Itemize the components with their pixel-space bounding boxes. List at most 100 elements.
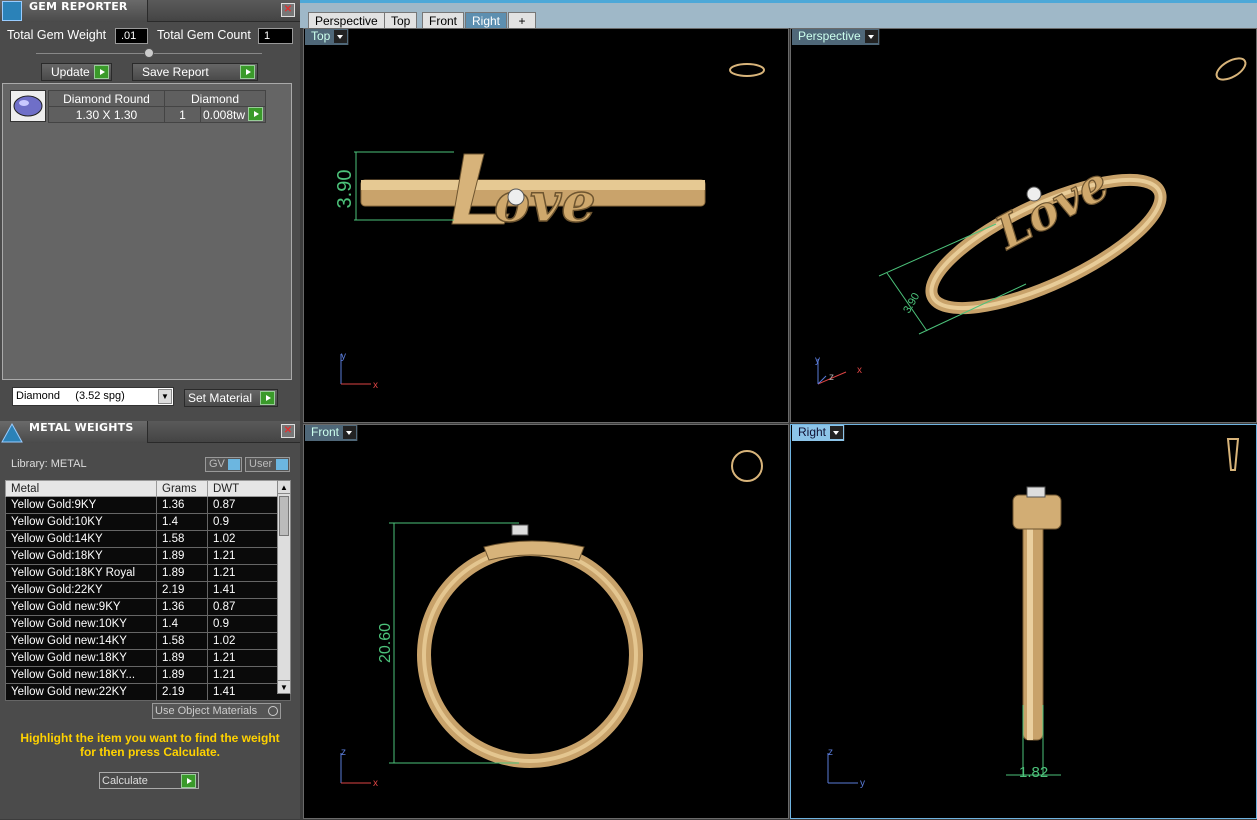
right-dimension-text: 1.82 — [1019, 764, 1048, 781]
table-row[interactable]: Yellow Gold:18KY Royal 1.89 1.21 — [5, 564, 291, 582]
viewport-right[interactable]: Right 1.82 z y — [790, 424, 1257, 819]
gem-row[interactable]: Diamond Round Diamond 1.30 X 1.30 1 0.008tw — [48, 90, 266, 123]
tab-top[interactable]: Top — [384, 12, 418, 29]
splitter-knob-icon[interactable] — [144, 48, 154, 58]
perspective-view-render: Love 3.90 y z x — [815, 57, 1247, 385]
gem-thumbnail — [10, 90, 46, 122]
tab-right[interactable]: Right — [465, 12, 508, 29]
save-report-button[interactable]: Save Report — [132, 63, 258, 81]
gem-size: 1.30 X 1.30 — [48, 106, 165, 123]
top-view-render: ove 3.90 y x — [334, 63, 765, 391]
axis-z-label: z — [829, 372, 834, 383]
table-row[interactable]: Yellow Gold:14KY 1.58 1.02 — [5, 530, 291, 548]
metal-table[interactable]: Metal Grams DWT Yellow Gold:9KY 1.36 0.87 Y… — [5, 480, 291, 701]
grams-cell: 2.19 — [156, 581, 208, 599]
viewport-perspective[interactable]: Perspective Love 3.90 y z x — [790, 28, 1257, 423]
ring-side-thumbnail-icon — [1226, 438, 1240, 471]
total-gem-weight-value: .01 — [115, 28, 148, 44]
axis-z-label: z — [341, 747, 346, 758]
gem-list[interactable]: Diamond Round Diamond 1.30 X 1.30 1 0.008tw — [2, 83, 292, 380]
metal-name-cell: Yellow Gold:18KY Royal — [5, 564, 157, 582]
metal-name-cell: Yellow Gold new:14KY — [5, 632, 157, 650]
metal-weights-title: METAL WEIGHTS — [29, 421, 134, 434]
grams-cell: 1.89 — [156, 547, 208, 565]
use-object-materials-checkbox[interactable]: Use Object Materials — [152, 703, 281, 719]
table-row[interactable]: Yellow Gold:10KY 1.4 0.9 — [5, 513, 291, 531]
play-icon[interactable] — [248, 107, 263, 121]
axis-x-label: x — [373, 380, 378, 391]
axis-y-label: y — [815, 355, 820, 366]
gem-material: Diamond — [164, 90, 266, 107]
info-icon — [228, 459, 240, 470]
grams-cell: 1.89 — [156, 666, 208, 684]
grams-cell: 1.4 — [156, 513, 208, 531]
close-icon[interactable]: ✕ — [281, 424, 295, 438]
user-toggle[interactable]: User — [245, 457, 290, 472]
diamond-round-icon — [13, 95, 43, 117]
grams-cell: 1.36 — [156, 598, 208, 616]
play-icon — [181, 774, 196, 788]
axis-x-label: x — [857, 365, 862, 376]
metal-table-scrollbar[interactable]: ▲ ▼ — [277, 480, 291, 694]
left-panel: GEM REPORTER ✕ Total Gem Weight .01 Tota… — [0, 0, 300, 819]
pyramid-icon — [1, 422, 23, 443]
tab-perspective[interactable]: Perspective — [308, 12, 385, 29]
column-header-grams[interactable]: Grams — [156, 480, 208, 497]
table-row[interactable]: Yellow Gold:9KY 1.36 0.87 — [5, 496, 291, 514]
top-dimension-text: 3.90 — [334, 170, 356, 209]
library-label: Library: METAL — [11, 458, 87, 470]
close-icon[interactable]: ✕ — [281, 3, 295, 17]
gem-shape: Diamond Round — [48, 90, 165, 107]
metal-name-cell: Yellow Gold new:9KY — [5, 598, 157, 616]
axis-y-label: y — [860, 778, 865, 789]
scroll-down-icon[interactable]: ▼ — [278, 680, 290, 693]
axis-y-label: y — [341, 351, 346, 362]
update-button[interactable]: Update — [41, 63, 112, 81]
total-gem-count-value: 1 — [258, 28, 293, 44]
table-row[interactable]: Yellow Gold new:18KY 1.89 1.21 — [5, 649, 291, 667]
total-gem-count-label: Total Gem Count — [157, 28, 251, 42]
gem-weight: 0.008tw — [200, 106, 266, 123]
table-row[interactable]: Yellow Gold new:18KY... 1.89 1.21 — [5, 666, 291, 684]
table-row[interactable]: Yellow Gold new:22KY 2.19 1.41 — [5, 683, 291, 701]
table-row[interactable]: Yellow Gold new:10KY 1.4 0.9 — [5, 615, 291, 633]
viewport-front[interactable]: Front 20.60 z x — [303, 424, 789, 819]
column-header-metal[interactable]: Metal — [5, 480, 157, 497]
viewport-tab-bar: Perspective Top Front Right + — [300, 0, 1257, 29]
table-row[interactable]: Yellow Gold:22KY 2.19 1.41 — [5, 581, 291, 599]
gem-reporter-icon — [2, 1, 22, 21]
scroll-up-icon[interactable]: ▲ — [278, 481, 290, 494]
metal-name-cell: Yellow Gold:18KY — [5, 547, 157, 565]
calculate-hint: Highlight the item you want to find the … — [20, 731, 280, 759]
metal-name-cell: Yellow Gold:22KY — [5, 581, 157, 599]
grams-cell: 1.36 — [156, 496, 208, 514]
ring-thumbnail-icon — [731, 450, 763, 482]
set-material-button[interactable]: Set Material — [184, 389, 278, 407]
gv-toggle[interactable]: GV — [205, 457, 242, 472]
metal-weights-panel: METAL WEIGHTS ✕ — [0, 421, 300, 443]
play-icon — [240, 65, 255, 79]
metal-name-cell: Yellow Gold:9KY — [5, 496, 157, 514]
metal-name-cell: Yellow Gold new:18KY... — [5, 666, 157, 684]
scroll-thumb[interactable] — [279, 496, 289, 536]
table-row[interactable]: Yellow Gold new:14KY 1.58 1.02 — [5, 632, 291, 650]
tab-front[interactable]: Front — [422, 12, 465, 29]
axis-z-label: z — [828, 747, 833, 758]
metal-name-cell: Yellow Gold:14KY — [5, 530, 157, 548]
add-tab-icon[interactable]: + — [508, 12, 536, 29]
grams-cell: 2.19 — [156, 683, 208, 701]
ring-thumbnail-icon — [729, 63, 765, 77]
gem-qty: 1 — [164, 106, 201, 123]
metal-name-cell: Yellow Gold new:10KY — [5, 615, 157, 633]
table-row[interactable]: Yellow Gold new:9KY 1.36 0.87 — [5, 598, 291, 616]
grams-cell: 1.89 — [156, 649, 208, 667]
chevron-down-icon[interactable]: ▼ — [158, 389, 172, 404]
viewport-top[interactable]: Top ove 3.90 y x — [303, 28, 789, 423]
table-row[interactable]: Yellow Gold:18KY 1.89 1.21 — [5, 547, 291, 565]
calculate-button[interactable]: Calculate — [99, 772, 199, 789]
metal-name-cell: Yellow Gold new:18KY — [5, 649, 157, 667]
material-select[interactable]: Diamond (3.52 spg) ▼ — [12, 387, 174, 406]
checkbox-icon — [268, 706, 278, 716]
grams-cell: 1.89 — [156, 564, 208, 582]
play-icon — [260, 391, 275, 405]
